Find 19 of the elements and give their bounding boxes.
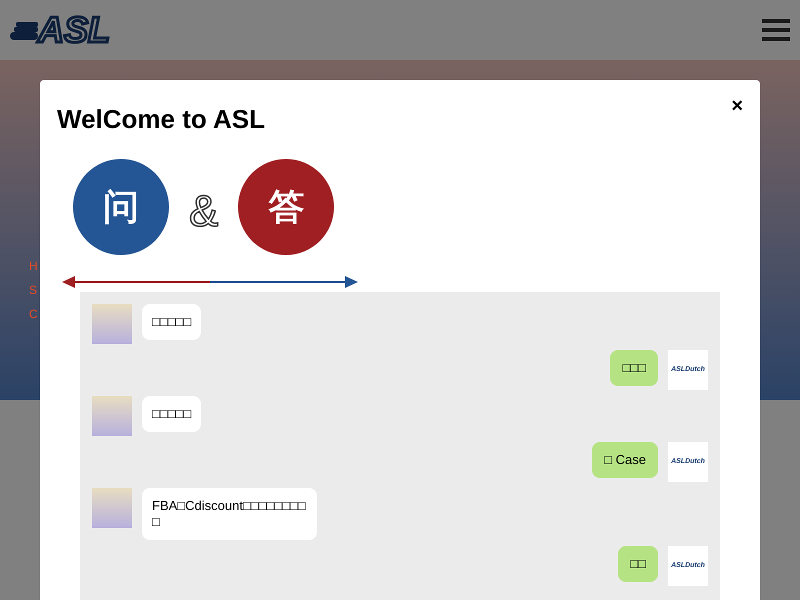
avatar-photo-placeholder xyxy=(92,488,132,528)
banner-text: S xyxy=(29,282,38,299)
message-bubble: □ Case xyxy=(592,442,658,478)
avatar-photo-placeholder xyxy=(92,396,132,436)
message-bubble: FBA□Cdiscount□□□□□□□□□ xyxy=(142,488,317,540)
character-badge: 问 xyxy=(73,159,169,255)
close-button[interactable]: × xyxy=(731,96,743,116)
menu-icon[interactable] xyxy=(762,18,790,42)
character-badge: 答 xyxy=(238,159,334,255)
banner-text: H xyxy=(29,258,38,275)
avatar-photo-placeholder xyxy=(92,304,132,344)
message-bubble: □□□□□ xyxy=(142,304,202,340)
double-arrow-icon xyxy=(62,275,358,289)
ampersand-text: & xyxy=(189,190,218,234)
message-bubble: □□ xyxy=(618,546,658,582)
message-bubble: □□□□□ xyxy=(142,396,202,432)
message-bubble: □□□ xyxy=(610,350,658,386)
banner-text: C xyxy=(29,306,38,323)
modal-title: WelCome to ASL xyxy=(57,103,266,136)
